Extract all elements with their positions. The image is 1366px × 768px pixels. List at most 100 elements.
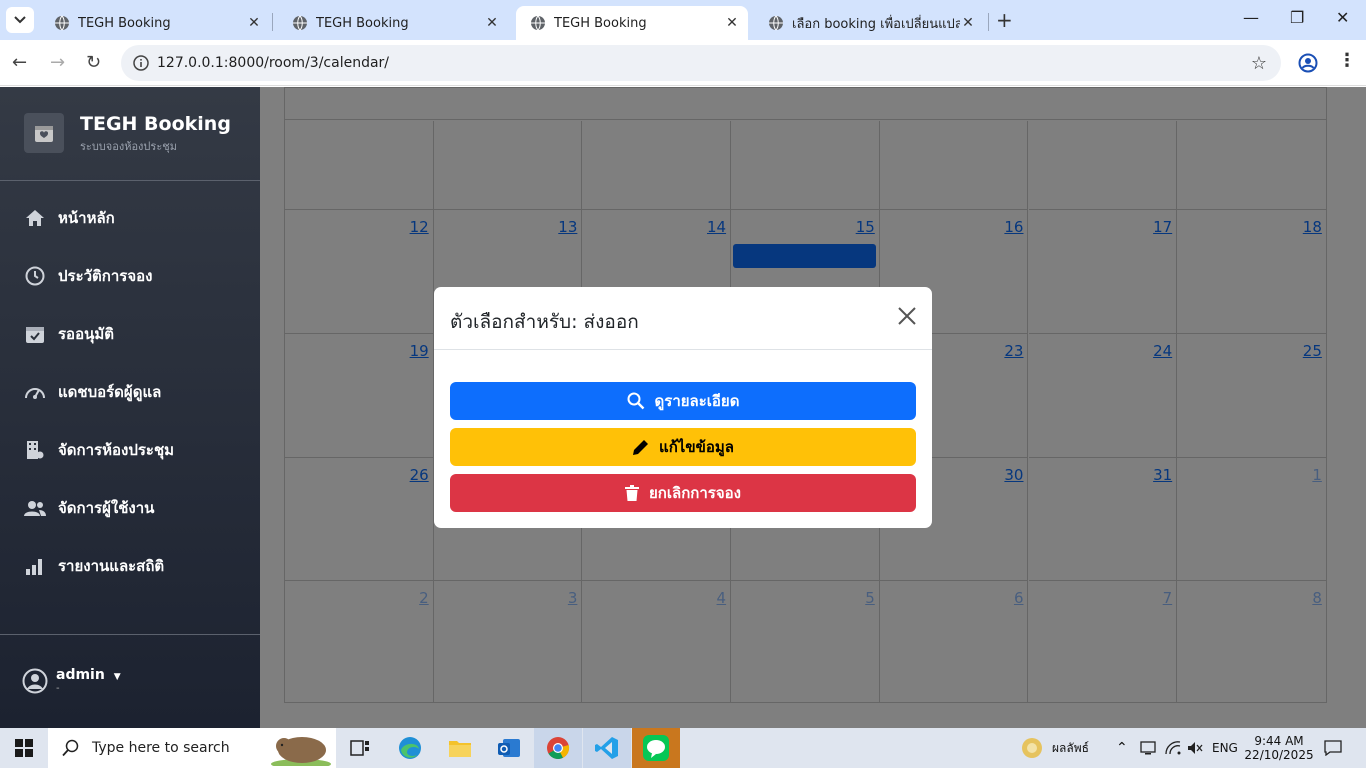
cancel-booking-label: ยกเลิกการจอง: [649, 484, 741, 502]
notification-icon[interactable]: [1324, 728, 1342, 768]
window-close-icon[interactable]: ✕: [1336, 8, 1349, 27]
search-icon: [62, 739, 79, 757]
sidebar-item-home[interactable]: หน้าหลัก: [24, 206, 115, 230]
browser-tab-active[interactable]: TEGH Booking ✕: [516, 6, 748, 40]
booking-options-modal: ตัวเลือกสำหรับ: ส่งออก ดูรายละเอียด แก้ไ…: [434, 287, 932, 528]
caret-down-icon: ▼: [113, 672, 121, 682]
sidebar-item-label: รออนุมัติ: [58, 325, 114, 343]
edge-icon[interactable]: [386, 728, 434, 768]
close-icon[interactable]: [896, 305, 918, 327]
windows-start-icon[interactable]: [0, 728, 48, 768]
user-subtext: -: [56, 683, 60, 694]
line-app-icon[interactable]: [632, 728, 680, 768]
modal-title: ตัวเลือกสำหรับ: ส่งออก: [450, 311, 639, 333]
file-explorer-icon[interactable]: [436, 728, 484, 768]
bookmark-star-icon[interactable]: ☆: [1251, 53, 1267, 74]
network-icon[interactable]: [1140, 728, 1158, 768]
task-view-icon[interactable]: [336, 728, 384, 768]
reload-icon[interactable]: ↻: [86, 52, 101, 73]
sidebar-item-label: หน้าหลัก: [58, 209, 115, 227]
edit-label: แก้ไขข้อมูล: [659, 438, 734, 456]
url-text: 127.0.0.1:8000/room/3/calendar/: [157, 55, 390, 71]
user-menu[interactable]: admin ▼ -: [22, 667, 121, 694]
minimize-icon[interactable]: —: [1243, 8, 1259, 27]
outlook-icon[interactable]: [485, 728, 533, 768]
pencil-icon: [632, 439, 649, 456]
sidebar: TEGH Booking ระบบจองห้องประชุม หน้าหลัก …: [0, 87, 260, 728]
sidebar-item-rooms[interactable]: จัดการห้องประชุม: [24, 438, 174, 462]
calendar-heart-icon: [24, 113, 64, 153]
wombat-icon: [271, 737, 331, 766]
browser-tab-strip: TEGH Booking ✕ TEGH Booking ✕ TEGH Booki…: [0, 0, 1366, 40]
browser-tab-4[interactable]: เลือก booking เพื่อเปลี่ยนแปลง | ผู้ดู ✕: [754, 6, 984, 40]
close-tab-icon[interactable]: ✕: [724, 15, 740, 31]
brand: TEGH Booking ระบบจองห้องประชุม: [24, 113, 231, 155]
address-bar[interactable]: 127.0.0.1:8000/room/3/calendar/ ☆: [121, 45, 1281, 81]
sidebar-item-label: ประวัติการจอง: [58, 267, 153, 285]
sidebar-item-label: จัดการห้องประชุม: [58, 441, 175, 459]
edit-button[interactable]: แก้ไขข้อมูล: [450, 428, 916, 466]
language-indicator[interactable]: ENG: [1212, 728, 1238, 768]
browser-toolbar: ← → ↻ 127.0.0.1:8000/room/3/calendar/ ☆ …: [0, 40, 1366, 86]
tab-title: TEGH Booking: [554, 15, 647, 31]
home-icon: [24, 207, 46, 229]
tab-title: TEGH Booking: [78, 15, 171, 31]
sidebar-item-history[interactable]: ประวัติการจอง: [24, 264, 152, 288]
clock-time: 9:44 AM: [1254, 734, 1304, 748]
clock-date: 22/10/2025: [1244, 748, 1314, 762]
close-tab-icon[interactable]: ✕: [246, 15, 262, 31]
info-icon[interactable]: [133, 55, 149, 71]
more-menu-icon[interactable]: ⋮: [1338, 50, 1356, 71]
wifi-icon[interactable]: [1165, 728, 1181, 768]
browser-tab-1[interactable]: TEGH Booking ✕: [40, 6, 270, 40]
sidebar-item-pending[interactable]: รออนุมัติ: [24, 322, 114, 346]
weather-icon: [1022, 738, 1042, 758]
sidebar-item-label: จัดการผู้ใช้งาน: [58, 499, 155, 517]
profile-icon[interactable]: [1298, 53, 1318, 73]
vscode-icon[interactable]: [583, 728, 631, 768]
brand-subtitle: ระบบจองห้องประชุม: [80, 140, 177, 153]
trash-icon: [625, 485, 640, 501]
tab-title: TEGH Booking: [316, 15, 409, 31]
modal-divider: [434, 349, 932, 350]
users-icon: [24, 497, 46, 519]
clock[interactable]: 9:44 AM 22/10/2025: [1244, 728, 1313, 768]
globe-icon: [55, 15, 69, 31]
globe-icon: [769, 15, 783, 31]
globe-icon: [293, 15, 307, 31]
view-details-button[interactable]: ดูรายละเอียด: [450, 382, 916, 420]
chrome-icon[interactable]: [534, 728, 582, 768]
forward-icon[interactable]: →: [50, 52, 65, 73]
sidebar-item-label: แดชบอร์ดผู้ดูแล: [58, 383, 162, 401]
cancel-booking-button[interactable]: ยกเลิกการจอง: [450, 474, 916, 512]
tab-title: เลือก booking เพื่อเปลี่ยนแปลง | ผู้ดู: [792, 16, 960, 32]
sidebar-item-reports[interactable]: รายงานและสถิติ: [24, 554, 164, 578]
search-icon: [627, 392, 645, 410]
sidebar-item-dashboard[interactable]: แดชบอร์ดผู้ดูแล: [24, 380, 161, 404]
tab-search-button[interactable]: [6, 7, 34, 33]
weather-widget[interactable]: ผลลัพธ์: [1020, 728, 1089, 768]
browser-tab-2[interactable]: TEGH Booking ✕: [278, 6, 508, 40]
sidebar-item-users[interactable]: จัดการผู้ใช้งาน: [24, 496, 154, 520]
volume-muted-icon[interactable]: [1187, 728, 1203, 768]
chart-icon: [24, 555, 46, 577]
taskbar-search-placeholder: Type here to search: [92, 740, 230, 756]
new-tab-icon[interactable]: +: [996, 8, 1013, 32]
restore-icon[interactable]: ❐: [1290, 8, 1304, 27]
back-icon[interactable]: ←: [12, 52, 27, 73]
sidebar-item-label: รายงานและสถิติ: [58, 557, 165, 575]
weather-text: ผลลัพธ์: [1052, 740, 1089, 755]
brand-name: TEGH Booking: [80, 113, 231, 135]
view-details-label: ดูรายละเอียด: [654, 392, 740, 410]
taskbar-search-box[interactable]: Type here to search: [48, 728, 336, 768]
user-avatar-icon: [22, 668, 48, 693]
close-tab-icon[interactable]: ✕: [484, 15, 500, 31]
taskbar: Type here to search ผลลัพธ์ ⌃ ENG 9:44 A…: [0, 728, 1366, 768]
globe-icon: [531, 15, 545, 31]
building-icon: [24, 439, 46, 461]
gauge-icon: [24, 381, 46, 403]
clock-icon: [24, 265, 46, 287]
calendar-check-icon: [24, 323, 46, 345]
tray-chevron-up-icon[interactable]: ⌃: [1116, 728, 1128, 768]
close-tab-icon[interactable]: ✕: [960, 15, 976, 31]
